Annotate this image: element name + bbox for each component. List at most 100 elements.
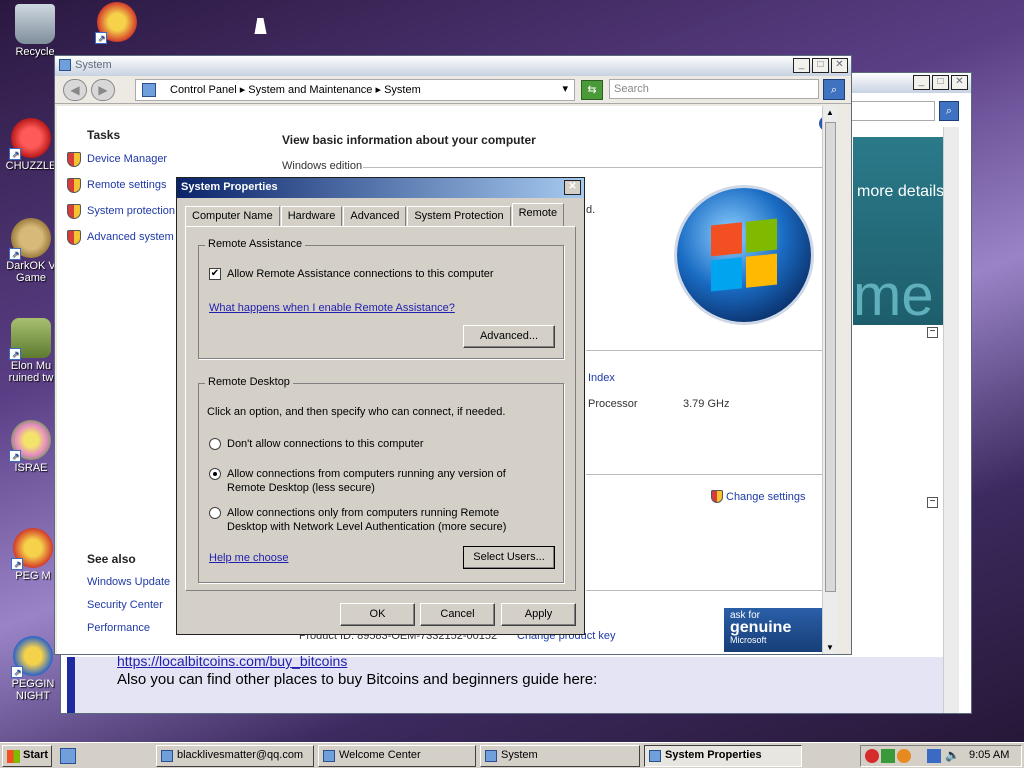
cancel-button[interactable]: Cancel [420,603,495,626]
remote-assistance-legend: Remote Assistance [205,238,306,250]
dialog-title: System Properties [181,181,278,193]
task-remote-settings[interactable]: Remote settings [67,172,182,198]
forward-button[interactable]: ▶ [91,79,115,101]
minimize-button[interactable]: _ [913,75,930,90]
radio-allow-nla-label2[interactable]: Desktop with Network Level Authenticatio… [227,521,506,533]
tab-computer-name[interactable]: Computer Name [185,206,280,226]
breadcrumb-control-panel[interactable]: Control Panel [170,84,237,96]
breadcrumb-system[interactable]: System [384,84,421,96]
monitor-icon[interactable] [927,749,941,763]
see-also-security-center[interactable]: Security Center [87,599,170,622]
desktop-icon-recycle[interactable]: Recycle [4,4,66,58]
taskbar-item-email[interactable]: blacklivesmatter@qq.com [156,745,314,767]
peggle-icon: ↗ [95,2,137,44]
close-button[interactable]: ✕ [831,58,848,73]
shield-icon [67,203,81,219]
select-users-button[interactable]: Select Users... [463,546,555,569]
tasks-heading: Tasks [87,128,121,142]
collapse-icon[interactable]: − [927,327,938,338]
radio-allow-any-version-label2[interactable]: Remote Desktop (less secure) [227,482,375,494]
system-window-icon [59,59,71,71]
welcome-big-text: me [853,263,934,328]
welcome-banner: more details me [853,137,957,325]
taskbar-item-system-properties[interactable]: System Properties [644,745,802,767]
background-search-input[interactable] [851,101,935,121]
tab-hardware[interactable]: Hardware [280,206,343,226]
address-bar[interactable]: Control Panel ▸ System and Maintenance ▸… [135,79,575,101]
radio-allow-any-version[interactable] [209,468,221,480]
system-properties-dialog[interactable]: System Properties ✕ Computer Name Hardwa… [176,177,585,635]
radio-allow-nla-label1[interactable]: Allow connections only from computers ru… [227,507,499,519]
see-also-windows-update[interactable]: Windows Update [87,576,170,599]
security-alert-icon[interactable] [865,749,879,763]
remote-assistance-help-link[interactable]: What happens when I enable Remote Assist… [209,302,455,314]
search-input[interactable]: Search [609,79,819,99]
search-button[interactable]: ⌕ [823,79,845,100]
radio-allow-nla[interactable] [209,507,221,519]
back-button[interactable]: ◀ [63,79,87,101]
bitcoin-link[interactable]: https://localbitcoins.com/buy_bitcoins [117,653,347,669]
task-device-manager[interactable]: Device Manager [67,146,182,172]
app-icon [649,750,661,762]
radio-dont-allow[interactable] [209,438,221,450]
collapse-icon[interactable]: − [927,497,938,508]
apply-button[interactable]: Apply [501,603,576,626]
clock[interactable]: 9:05 AM [969,749,1009,761]
allow-remote-assistance-label[interactable]: Allow Remote Assistance connections to t… [227,268,494,280]
tab-remote[interactable]: Remote [511,203,565,226]
system-scrollbar[interactable]: ▲ ▼ [822,106,837,654]
forum-post-area: https://localbitcoins.com/buy_bitcoins A… [67,653,943,713]
desktop-icon-elon[interactable]: ↗ Elon Mu ruined tw [0,318,62,384]
scroll-down-arrow-icon[interactable]: ▼ [826,643,834,652]
task-system-protection[interactable]: System protection [67,198,182,224]
breadcrumb-arrow-icon: ▸ [375,84,385,96]
control-panel-icon [142,83,156,97]
media-icon[interactable] [897,749,911,763]
remote-assistance-advanced-button[interactable]: Advanced... [463,325,555,348]
show-desktop-icon[interactable] [60,748,76,764]
taskbar-item-welcome-center[interactable]: Welcome Center [318,745,476,767]
scrollbar-thumb[interactable] [825,122,836,592]
system-window-titlebar[interactable]: System _ □ ✕ [55,56,851,76]
help-me-choose-link[interactable]: Help me choose [209,552,289,564]
desktop-icon-darkok[interactable]: ↗ DarkOK V Game [0,218,62,284]
close-button[interactable]: ✕ [951,75,968,90]
dialog-titlebar[interactable]: System Properties ✕ [177,178,584,198]
desktop-icon-peggle[interactable]: ↗ [86,2,148,44]
tab-system-protection[interactable]: System Protection [407,206,511,226]
desktop-icon-chuzzle[interactable]: ↗ CHUZZLE [0,118,62,172]
task-label: Advanced system s [87,231,183,243]
desktop-icon-israel[interactable]: ↗ ISRAE [0,420,62,474]
background-search-button[interactable]: ⌕ [939,101,959,121]
tab-advanced[interactable]: Advanced [343,206,407,226]
see-also-performance[interactable]: Performance [87,622,170,645]
divider [586,350,824,351]
start-button[interactable]: Start [2,745,52,767]
task-advanced-system[interactable]: Advanced system s [67,224,182,250]
breadcrumb-system-maintenance[interactable]: System and Maintenance [248,84,372,96]
allow-remote-assistance-checkbox[interactable]: ✔ [209,268,221,280]
refresh-button[interactable]: ⇆ [581,80,603,100]
flower-icon: ↗ [9,420,51,462]
minimize-button[interactable]: _ [793,58,810,73]
rating-index-link[interactable]: Index [588,372,615,384]
scroll-up-arrow-icon[interactable]: ▲ [826,108,834,117]
radio-allow-any-version-label1[interactable]: Allow connections from computers running… [227,468,506,480]
task-label: Device Manager [87,153,168,165]
network-icon[interactable] [881,749,895,763]
genuine-microsoft-badge[interactable]: ask for genuine Microsoft [724,608,824,652]
change-settings-link[interactable]: Change settings [711,490,806,503]
background-scrollbar[interactable] [943,127,959,713]
ok-button[interactable]: OK [340,603,415,626]
maximize-button[interactable]: □ [812,58,829,73]
taskbar-item-system[interactable]: System [480,745,640,767]
edition-text-partial: d. [586,204,596,216]
dialog-close-button[interactable]: ✕ [564,180,581,195]
radio-dont-allow-label[interactable]: Don't allow connections to this computer [227,438,424,450]
address-dropdown-icon[interactable]: ▾ [562,82,568,95]
system-tray: 🔈 9:05 AM [860,745,1022,767]
dialog-tabs: Computer Name Hardware Advanced System P… [185,203,565,226]
maximize-button[interactable]: □ [932,75,949,90]
speaker-icon[interactable]: 🔈 [945,748,960,762]
genuine-line2: genuine [730,619,792,636]
